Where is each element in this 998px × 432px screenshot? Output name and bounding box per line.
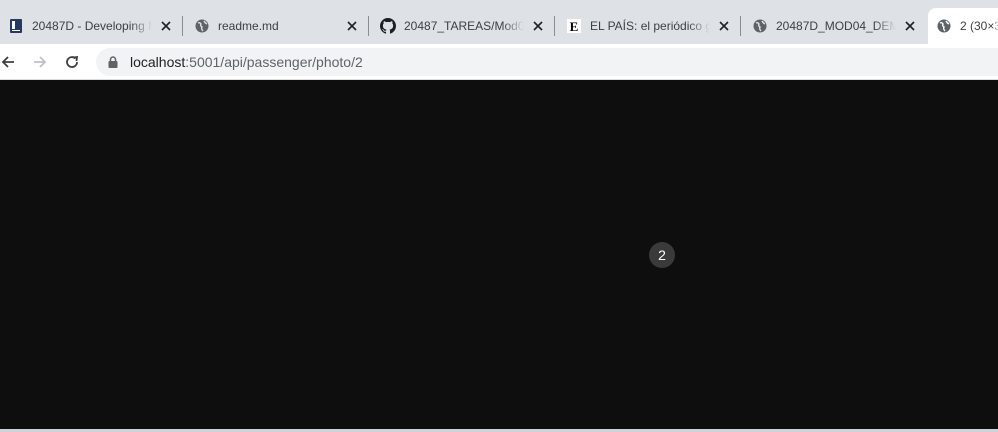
github-icon [380,18,396,34]
tab-title: EL PAÍS: el periódico global [590,19,710,33]
globe-icon [752,18,768,34]
close-icon[interactable] [902,18,918,34]
forward-button[interactable] [26,48,54,76]
page-content: 2 [0,80,998,429]
tab-readme[interactable]: readme.md [186,8,368,44]
url-host: localhost [130,54,186,70]
close-icon[interactable] [716,18,732,34]
arrow-right-icon [34,56,47,68]
address-bar[interactable]: localhost:5001/api/passenger/photo/2 [96,48,998,76]
passenger-photo: 2 [649,242,675,268]
reload-button[interactable] [58,48,86,76]
tab-github-tareas[interactable]: 20487_TAREAS/Mod04 [372,8,554,44]
lock-icon[interactable] [106,55,120,69]
tab-20487d-developing[interactable]: 20487D - Developing Microsoft Azure [0,8,182,44]
svg-text:E: E [570,19,579,33]
tab-divider [368,16,369,36]
tab-title: readme.md [218,19,279,33]
reload-icon [66,55,79,68]
close-icon[interactable] [158,18,174,34]
tab-photo-2-active[interactable]: 2 (30×30) [928,8,998,44]
tab-title: 20487D - Developing Microsoft Azure [32,19,152,33]
tab-title: 2 (30×30) [960,19,998,33]
tab-el-pais[interactable]: E EL PAÍS: el periódico global [558,8,740,44]
book-icon [8,18,24,34]
tab-20487d-mod04-demo[interactable]: 20487D_MOD04_DEMO [744,8,926,44]
tab-divider [740,16,741,36]
elpais-icon: E [566,18,582,34]
close-icon[interactable] [530,18,546,34]
browser-toolbar: localhost:5001/api/passenger/photo/2 [0,44,998,80]
url-path: :5001/api/passenger/photo/2 [185,54,363,70]
url-text[interactable]: localhost:5001/api/passenger/photo/2 [130,54,363,70]
tab-divider [182,16,183,36]
tab-divider [554,16,555,36]
tab-title: 20487D_MOD04_DEMO [776,19,896,33]
back-button[interactable] [0,48,22,76]
close-icon[interactable] [344,18,360,34]
globe-icon [194,18,210,34]
arrow-left-icon [1,56,14,68]
tab-title: 20487_TAREAS/Mod04 [404,19,524,33]
tab-strip: 20487D - Developing Microsoft Azure read… [0,0,998,44]
globe-icon [936,18,952,34]
